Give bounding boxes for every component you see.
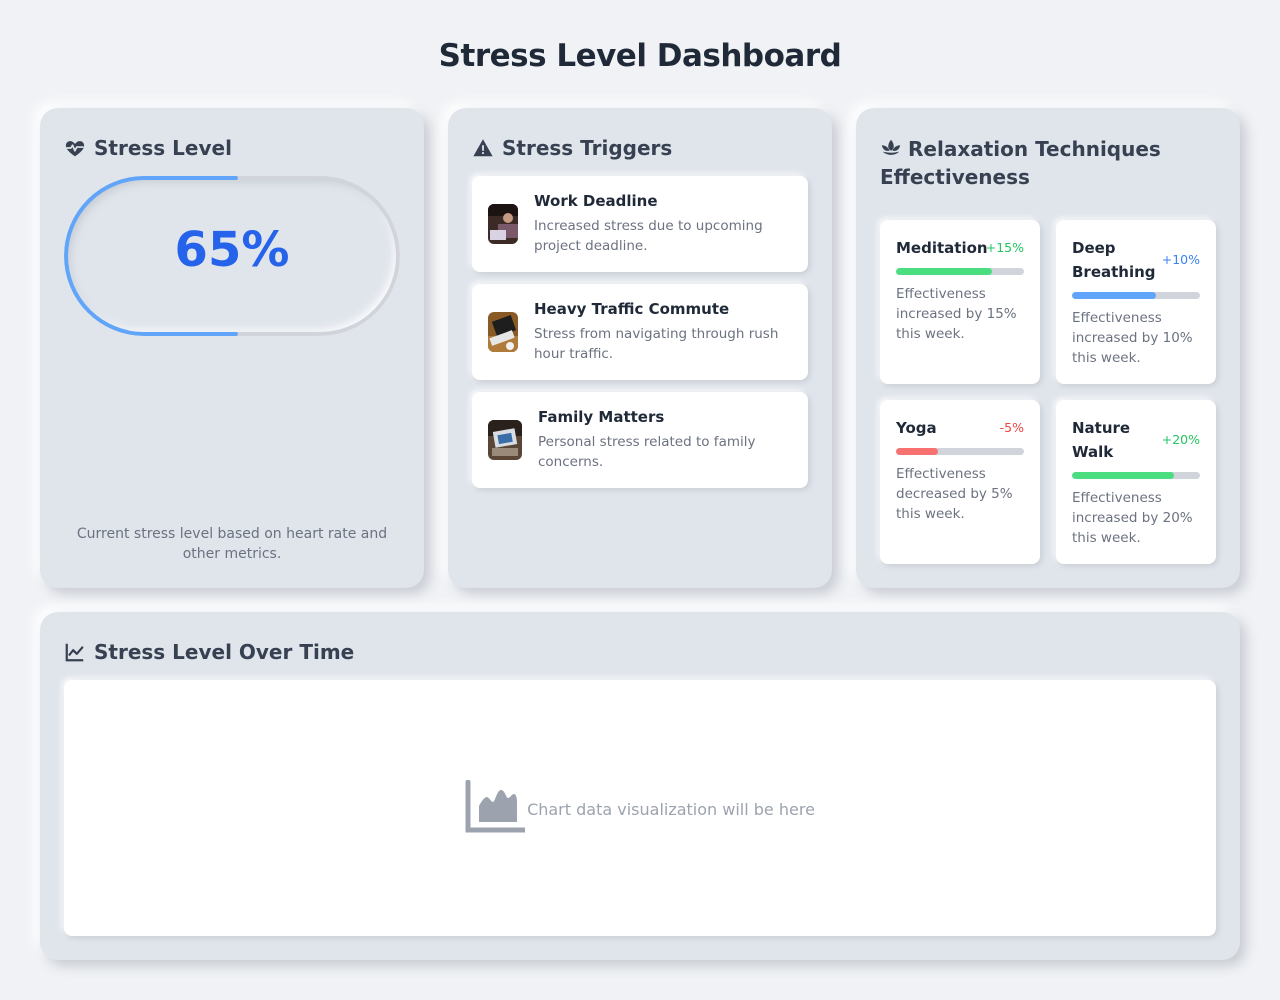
- technique-progress-bar: [896, 448, 1024, 455]
- relaxation-techniques-header: Relaxation Techniques Effectiveness: [880, 134, 1220, 191]
- trigger-description: Increased stress due to upcoming project…: [534, 218, 763, 254]
- technique-progress-fill: [1072, 472, 1175, 479]
- technique-description: Effectiveness increased by 15% this week…: [896, 286, 1017, 342]
- trigger-item-work-deadline[interactable]: Work Deadline Increased stress due to up…: [472, 176, 808, 272]
- lotus-icon: [880, 137, 902, 159]
- stress-level-title: Stress Level: [94, 136, 232, 160]
- technique-name: Meditation: [896, 239, 988, 257]
- stress-over-time-title: Stress Level Over Time: [94, 640, 355, 664]
- technique-name: Yoga: [896, 419, 937, 437]
- stress-triggers-card: Stress Triggers Work Deadline Increased …: [448, 108, 832, 588]
- technique-card-deep-breathing[interactable]: Deep Breathing +10% Effectiveness increa…: [1056, 220, 1216, 384]
- trigger-item-heavy-traffic[interactable]: Heavy Traffic Commute Stress from naviga…: [472, 284, 808, 380]
- technique-change: -5%: [999, 420, 1024, 435]
- technique-card-yoga[interactable]: Yoga -5% Effectiveness decreased by 5% t…: [880, 400, 1040, 564]
- technique-progress-fill: [896, 448, 939, 455]
- work-deadline-thumbnail: [488, 204, 518, 244]
- trigger-description: Personal stress related to family concer…: [538, 434, 756, 470]
- stress-caption: Current stress level based on heart rate…: [76, 526, 388, 562]
- technique-progress-fill: [896, 268, 992, 275]
- technique-change: +10%: [1161, 252, 1200, 267]
- stress-level-card: Stress Level 65% Current stress level ba…: [40, 108, 424, 588]
- page-title: Stress Level Dashboard: [438, 38, 842, 74]
- trigger-title: Heavy Traffic Commute: [534, 300, 730, 318]
- technique-progress-bar: [896, 268, 1024, 275]
- technique-change: +15%: [985, 240, 1024, 255]
- technique-description: Effectiveness increased by 20% this week…: [1072, 490, 1193, 546]
- stress-triggers-header: Stress Triggers: [472, 134, 672, 162]
- warning-triangle-icon: [472, 137, 494, 159]
- area-chart-icon: [465, 779, 528, 838]
- trigger-item-family-matters[interactable]: Family Matters Personal stress related t…: [472, 392, 808, 488]
- chart-placeholder: Chart data visualization will be here: [64, 779, 1216, 838]
- technique-card-meditation[interactable]: Meditation +15% Effectiveness increased …: [880, 220, 1040, 384]
- stress-over-time-card: Stress Level Over Time Chart data visual…: [40, 612, 1240, 960]
- heart-pulse-icon: [64, 137, 86, 159]
- technique-progress-bar: [1072, 472, 1200, 479]
- stress-value: 65%: [174, 222, 290, 278]
- technique-change: +20%: [1161, 432, 1200, 447]
- technique-progress-bar: [1072, 292, 1200, 299]
- heavy-traffic-thumbnail: [488, 312, 518, 352]
- chart-placeholder-text: Chart data visualization will be here: [527, 799, 815, 819]
- line-chart-icon: [64, 641, 86, 663]
- trigger-description: Stress from navigating through rush hour…: [534, 326, 779, 362]
- technique-progress-fill: [1072, 292, 1157, 299]
- stress-level-header: Stress Level: [64, 134, 232, 162]
- stress-triggers-title: Stress Triggers: [502, 136, 673, 160]
- technique-card-nature-walk[interactable]: Nature Walk +20% Effectiveness increased…: [1056, 400, 1216, 564]
- stress-over-time-header: Stress Level Over Time: [64, 638, 354, 666]
- technique-name: Deep Breathing: [1072, 239, 1156, 281]
- trigger-title: Work Deadline: [534, 192, 658, 210]
- technique-description: Effectiveness increased by 10% this week…: [1072, 310, 1193, 366]
- trigger-title: Family Matters: [538, 408, 665, 426]
- stress-gauge: 65%: [64, 176, 400, 336]
- technique-name: Nature Walk: [1072, 419, 1131, 461]
- relaxation-techniques-title: Relaxation Techniques Effectiveness: [880, 137, 1161, 189]
- chart-area: Chart data visualization will be here: [64, 680, 1216, 936]
- relaxation-techniques-card: Relaxation Techniques Effectiveness Medi…: [856, 108, 1240, 588]
- technique-description: Effectiveness decreased by 5% this week.: [896, 466, 1013, 522]
- family-matters-thumbnail: [488, 420, 522, 460]
